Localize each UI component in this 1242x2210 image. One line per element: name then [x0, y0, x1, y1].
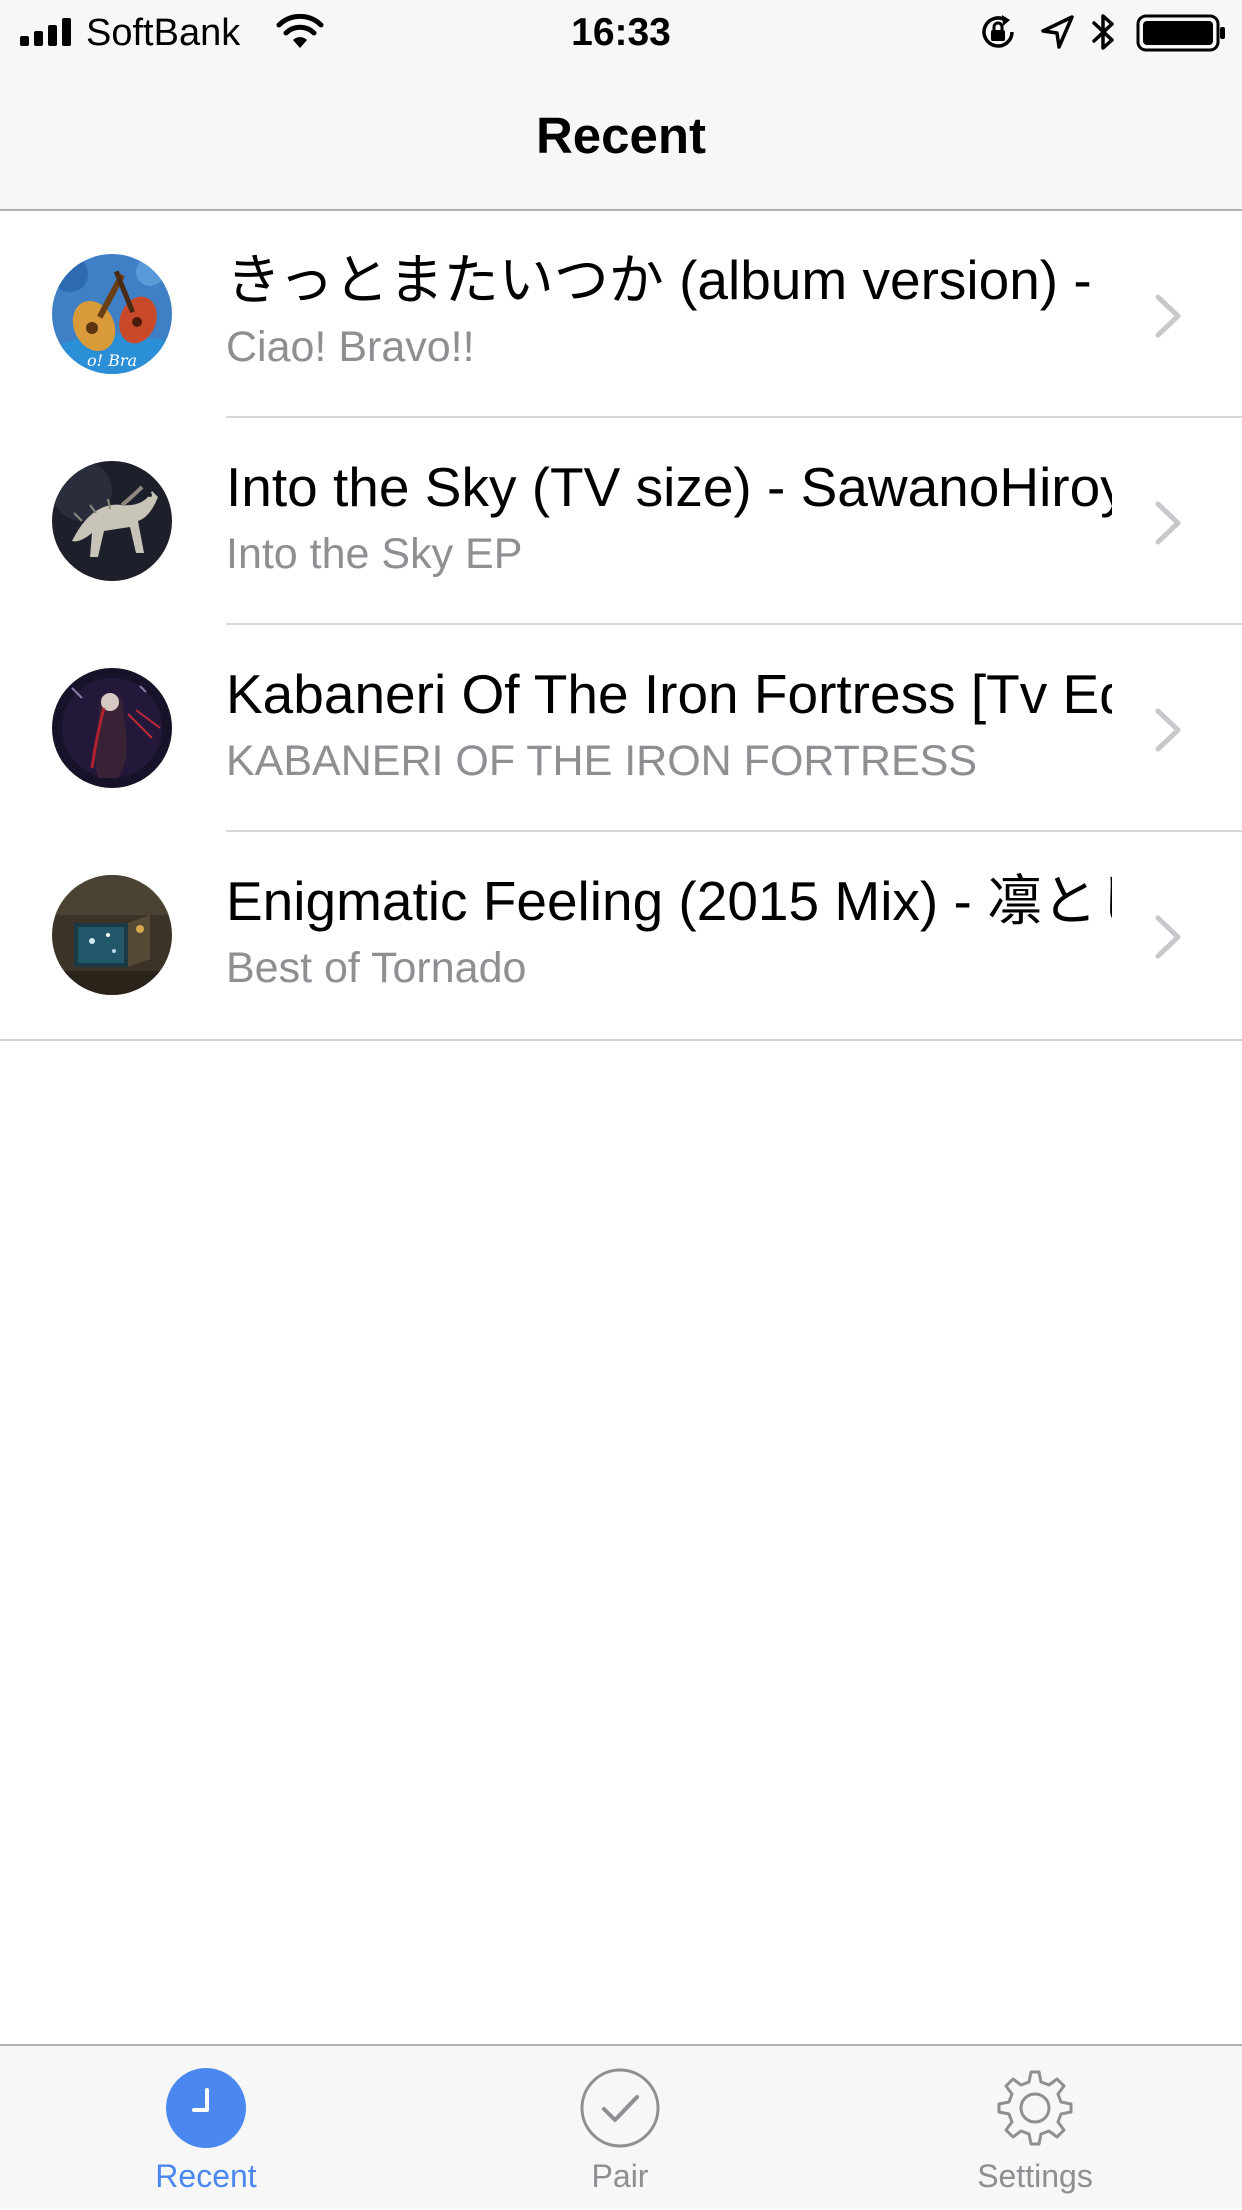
dark-figure-artwork — [52, 668, 172, 788]
acoustic-guitars-artwork: o! Bra — [52, 254, 172, 374]
track-row[interactable]: o! Bra きっとまたいつか (album version) - Ciao! … — [0, 211, 1242, 418]
track-album: Ciao! Bravo!! — [226, 323, 475, 371]
bluetooth-icon — [1092, 14, 1114, 50]
tab-recent[interactable]: Recent — [81, 2046, 331, 2210]
page-title: Recent — [535, 107, 707, 164]
track-album: Into the Sky EP — [226, 530, 523, 578]
night-scene-artwork — [52, 875, 172, 995]
checkmark-circle-icon — [580, 2068, 660, 2148]
rotation-lock-icon — [982, 15, 1014, 48]
location-arrow-icon — [1041, 15, 1074, 49]
horse-artwork — [52, 461, 172, 581]
chevron-right-icon — [1155, 294, 1181, 338]
chevron-right-icon — [1155, 501, 1181, 545]
recent-tracks-list: o! Bra きっとまたいつか (album version) - Ciao! … — [0, 211, 1242, 1041]
track-row[interactable]: Enigmatic Feeling (2015 Mix) - 凛として時雨 Be… — [0, 832, 1242, 1039]
navigation-bar: Recent — [0, 66, 1242, 211]
track-row[interactable]: Into the Sky (TV size) - SawanoHiroyuki … — [0, 418, 1242, 625]
tab-label: Settings — [977, 2158, 1093, 2194]
track-title: きっとまたいつか (album version) - — [226, 249, 1092, 311]
track-album: KABANERI OF THE IRON FORTRESS — [226, 737, 978, 785]
tab-settings[interactable]: Settings — [910, 2046, 1160, 2210]
tab-pair[interactable]: Pair — [495, 2046, 745, 2210]
track-album: Best of Tornado — [226, 944, 527, 992]
battery-icon — [1136, 14, 1225, 52]
track-title: Into the Sky (TV size) - SawanoHiroyuki — [226, 456, 1112, 518]
tab-label: Pair — [591, 2158, 649, 2194]
svg-text:o! Bra: o! Bra — [87, 351, 137, 370]
track-title: Enigmatic Feeling (2015 Mix) - 凛として時雨 — [226, 870, 1112, 932]
tab-bar: Recent Pair Settings — [0, 2044, 1242, 2208]
tab-label: Recent — [155, 2158, 257, 2194]
status-bar: SoftBank 16:33 — [0, 0, 1242, 66]
chevron-right-icon — [1155, 708, 1181, 752]
track-title: Kabaneri Of The Iron Fortress [Tv Edit] — [226, 663, 1112, 725]
clock-icon — [166, 2068, 246, 2148]
track-row[interactable]: Kabaneri Of The Iron Fortress [Tv Edit] … — [0, 625, 1242, 832]
chevron-right-icon — [1155, 915, 1181, 959]
gear-icon — [997, 2070, 1073, 2146]
